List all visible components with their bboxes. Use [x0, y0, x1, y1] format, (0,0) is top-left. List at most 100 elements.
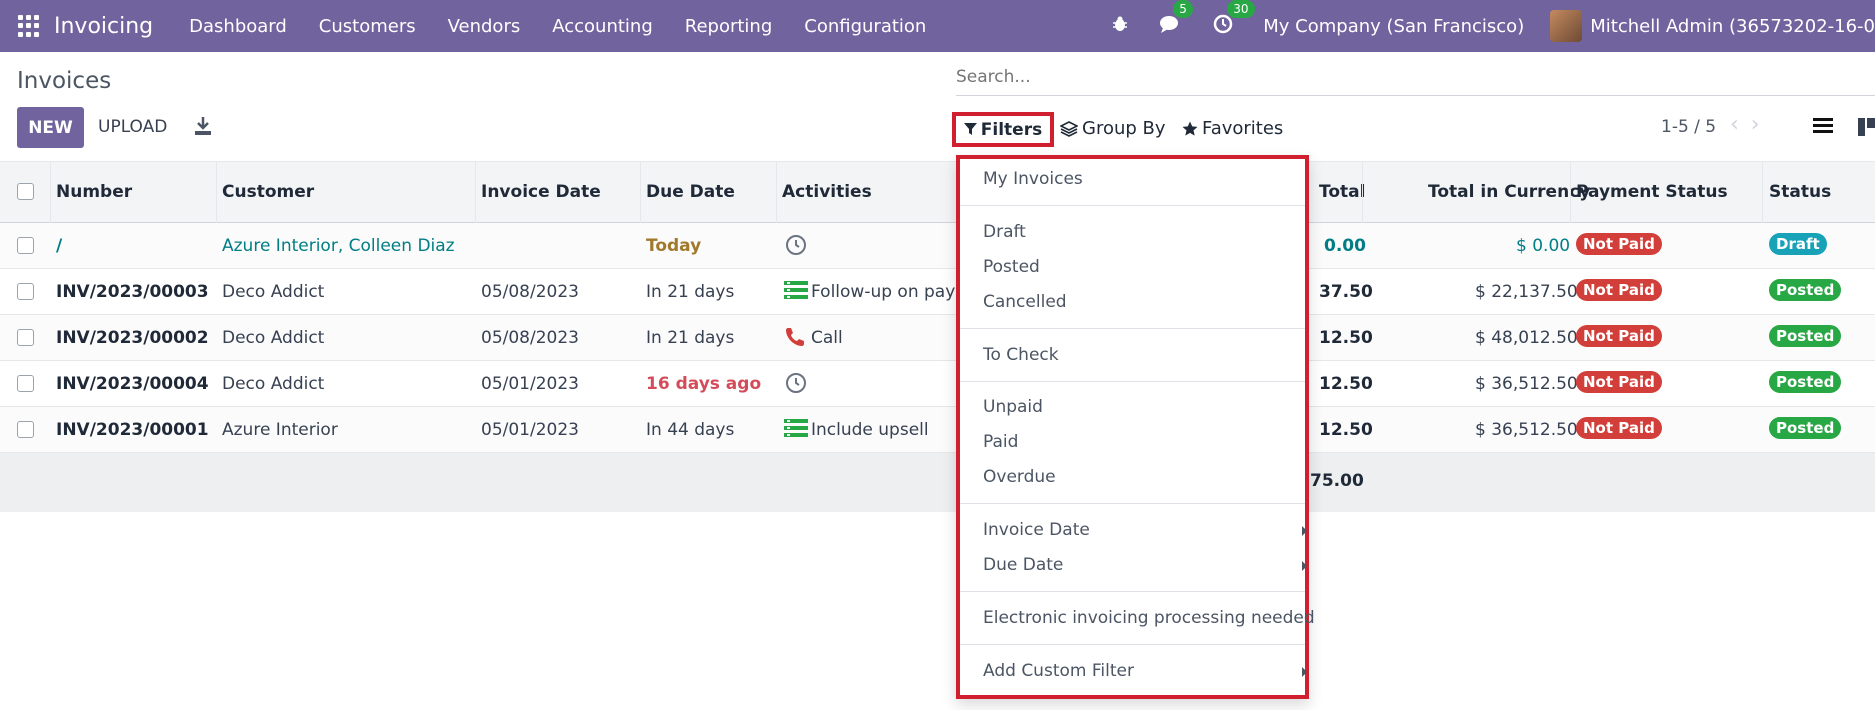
cell-number[interactable]: INV/2023/00004	[56, 374, 209, 394]
list-view-icon[interactable]	[1813, 118, 1833, 134]
cell-invoice-date: 05/01/2023	[481, 420, 579, 440]
download-icon[interactable]	[194, 116, 212, 136]
nav-dashboard[interactable]: Dashboard	[189, 16, 287, 37]
filter-cancelled[interactable]: Cancelled	[983, 292, 1067, 312]
header-status[interactable]: Status	[1769, 182, 1831, 202]
favorites-button[interactable]: Favorites	[1182, 118, 1283, 139]
filter-electronic-invoicing[interactable]: Electronic invoicing processing needed	[983, 608, 1315, 628]
status-badge: Posted	[1769, 417, 1842, 439]
star-icon	[1182, 121, 1198, 136]
row-checkbox[interactable]	[17, 329, 34, 346]
filter-my-invoices[interactable]: My Invoices	[983, 169, 1083, 189]
row-checkbox[interactable]	[17, 237, 34, 254]
nav-accounting[interactable]: Accounting	[552, 16, 653, 37]
filter-overdue[interactable]: Overdue	[983, 467, 1056, 487]
table-row[interactable]: INV/2023/00004 Deco Addict 05/01/2023 16…	[0, 361, 1875, 407]
pager-value[interactable]: 1-5 / 5	[1661, 117, 1716, 137]
activity-summary[interactable]: Include upsell	[811, 420, 929, 440]
table-header: Number Customer Invoice Date Due Date Ac…	[0, 161, 1875, 224]
cell-customer[interactable]: Azure Interior	[222, 420, 338, 440]
filter-due-date[interactable]: Due Date	[983, 555, 1063, 575]
cell-customer[interactable]: Deco Addict	[222, 282, 324, 302]
cell-total: 0.00	[1324, 236, 1366, 256]
cell-total-in-currency: $ 48,012.50	[1475, 328, 1578, 348]
table-row[interactable]: INV/2023/00002 Deco Addict 05/08/2023 In…	[0, 315, 1875, 361]
header-activities[interactable]: Activities	[782, 182, 872, 202]
nav-customers[interactable]: Customers	[319, 16, 416, 37]
header-total[interactable]: Total	[1319, 182, 1365, 202]
table-row[interactable]: INV/2023/00001 Azure Interior 05/01/2023…	[0, 407, 1875, 453]
status-badge: Posted	[1769, 325, 1842, 347]
nav-configuration[interactable]: Configuration	[804, 16, 926, 37]
favorites-label: Favorites	[1202, 118, 1284, 139]
page-title: Invoices	[17, 68, 112, 94]
table-row[interactable]: INV/2023/00003 Deco Addict 05/08/2023 In…	[0, 269, 1875, 315]
filter-posted[interactable]: Posted	[983, 257, 1040, 277]
nav-vendors[interactable]: Vendors	[448, 16, 521, 37]
payment-status-badge: Not Paid	[1576, 417, 1662, 439]
todo-list-icon[interactable]	[784, 280, 808, 302]
cell-due-date: 16 days ago	[646, 374, 762, 394]
activities-clock-icon[interactable]: 30	[1213, 0, 1255, 39]
row-checkbox[interactable]	[17, 421, 34, 438]
cell-number[interactable]: INV/2023/00003	[56, 282, 209, 302]
group-by-button[interactable]: Group By	[1060, 118, 1166, 139]
footer-total: 75.00	[1310, 471, 1364, 491]
app-name[interactable]: Invoicing	[54, 14, 153, 39]
upload-button[interactable]: UPLOAD	[98, 117, 167, 137]
filters-label: Filters	[980, 119, 1043, 140]
header-invoice-date[interactable]: Invoice Date	[481, 182, 601, 202]
cell-total-in-currency: $ 36,512.50	[1475, 374, 1578, 394]
todo-list-icon[interactable]	[784, 418, 808, 440]
filter-to-check[interactable]: To Check	[983, 345, 1059, 365]
cell-total: 37.50	[1319, 282, 1373, 302]
filter-invoice-date[interactable]: Invoice Date	[983, 520, 1090, 540]
add-custom-filter[interactable]: Add Custom Filter	[983, 661, 1134, 681]
status-badge: Posted	[1769, 371, 1842, 393]
header-payment-status[interactable]: Payment Status	[1576, 182, 1728, 202]
filter-icon	[963, 123, 977, 135]
pager-arrows[interactable]: ‹›	[1730, 112, 1772, 137]
filter-unpaid[interactable]: Unpaid	[983, 397, 1043, 417]
filters-button[interactable]: Filters	[952, 112, 1054, 147]
user-menu[interactable]: Mitchell Admin (36573202-16-0	[1590, 16, 1875, 37]
kanban-view-icon[interactable]	[1858, 118, 1875, 136]
cell-invoice-date: 05/08/2023	[481, 282, 579, 302]
phone-icon[interactable]	[784, 326, 808, 348]
activities-badge: 30	[1227, 0, 1255, 18]
row-checkbox[interactable]	[17, 283, 34, 300]
header-customer[interactable]: Customer	[222, 182, 314, 202]
table-row[interactable]: / Azure Interior, Colleen Diaz Today 0.0…	[0, 223, 1875, 269]
table-body: / Azure Interior, Colleen Diaz Today 0.0…	[0, 223, 1875, 453]
apps-menu-icon[interactable]	[18, 15, 40, 37]
activity-clock-icon[interactable]	[784, 372, 808, 394]
row-checkbox[interactable]	[17, 375, 34, 392]
activity-summary[interactable]: Call	[811, 328, 843, 348]
company-switcher[interactable]: My Company (San Francisco)	[1263, 16, 1524, 37]
cell-due-date: In 44 days	[646, 420, 735, 440]
status-badge: Draft	[1769, 233, 1827, 255]
new-button[interactable]: NEW	[17, 107, 84, 148]
messages-icon[interactable]: 5	[1159, 0, 1193, 39]
activity-clock-icon[interactable]	[784, 234, 808, 256]
header-number[interactable]: Number	[56, 182, 132, 202]
activity-summary[interactable]: Follow-up on payr	[811, 282, 962, 302]
nav-reporting[interactable]: Reporting	[685, 16, 773, 37]
cell-invoice-date: 05/08/2023	[481, 328, 579, 348]
cell-customer[interactable]: Azure Interior, Colleen Diaz	[222, 236, 455, 256]
cell-customer[interactable]: Deco Addict	[222, 374, 324, 394]
bug-icon[interactable]	[1111, 14, 1129, 38]
header-total-in-currency[interactable]: Total in Currency	[1428, 182, 1590, 202]
search-input[interactable]	[956, 60, 1875, 94]
cell-customer[interactable]: Deco Addict	[222, 328, 324, 348]
filter-paid[interactable]: Paid	[983, 432, 1018, 452]
header-due-date[interactable]: Due Date	[646, 182, 735, 202]
user-avatar[interactable]	[1550, 10, 1583, 42]
cell-number[interactable]: /	[56, 236, 62, 256]
select-all-checkbox[interactable]	[17, 183, 34, 200]
filter-draft[interactable]: Draft	[983, 222, 1026, 242]
payment-status-badge: Not Paid	[1576, 233, 1662, 255]
cell-number[interactable]: INV/2023/00001	[56, 420, 209, 440]
cell-number[interactable]: INV/2023/00002	[56, 328, 209, 348]
cell-total-in-currency: $ 0.00	[1516, 236, 1571, 256]
